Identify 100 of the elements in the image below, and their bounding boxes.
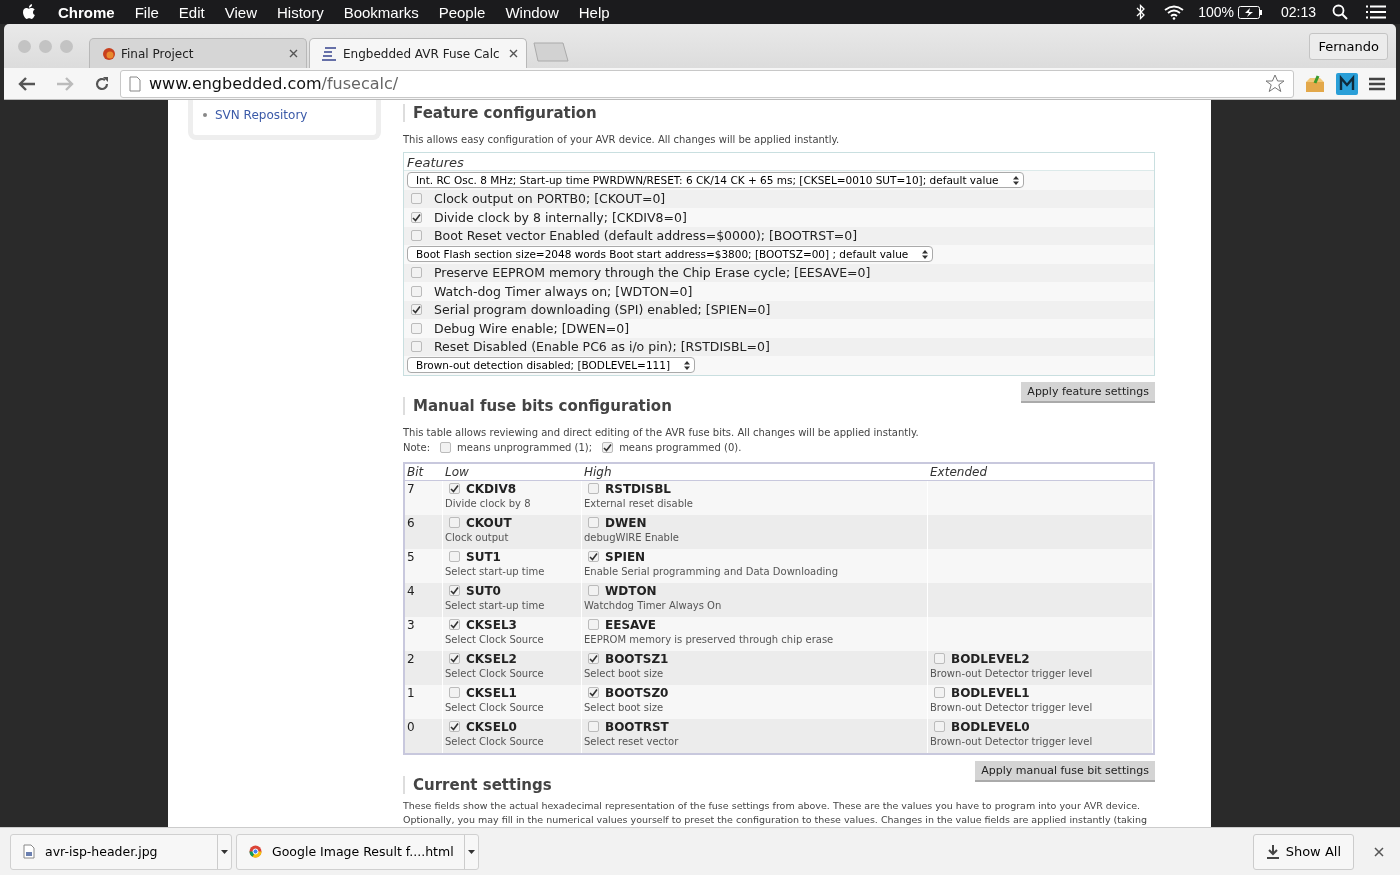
address-bar[interactable]: www.engbedded.com/fusecalc/ <box>120 69 1294 98</box>
checkbox[interactable] <box>588 721 599 732</box>
fuse-name: RSTDISBL <box>605 481 671 496</box>
checkbox[interactable] <box>934 721 945 732</box>
fuse-name: BODLEVEL1 <box>951 685 1030 700</box>
dropdown[interactable]: Brown-out detection disabled; [BODLEVEL=111] <box>407 357 696 374</box>
checkbox[interactable] <box>449 551 460 562</box>
close-icon[interactable] <box>289 49 298 58</box>
fuse-description: Clock output <box>445 531 510 543</box>
option-label: Boot Reset vector Enabled (default address=$0000); [BOOTRST=0] <box>434 228 858 244</box>
checkbox[interactable] <box>411 193 422 205</box>
fuse-name: EESAVE <box>605 617 656 632</box>
fuse-description: Select Clock Source <box>445 633 545 645</box>
menu-item[interactable]: People <box>438 3 486 21</box>
checkbox[interactable] <box>411 230 422 242</box>
option-label: Watch-dog Timer always on; [WDTON=0] <box>434 283 693 299</box>
fuse-name: SUT1 <box>466 549 501 564</box>
checkbox[interactable] <box>449 517 460 528</box>
checkbox[interactable] <box>588 653 599 664</box>
browser-tab[interactable]: Engbedded AVR Fuse Calc <box>309 38 527 68</box>
checkbox[interactable] <box>588 619 599 630</box>
checkbox[interactable] <box>449 653 460 664</box>
table-cell: 3 <box>405 616 443 651</box>
close-icon[interactable] <box>1374 846 1384 857</box>
back-icon[interactable] <box>18 76 36 91</box>
fuse-description: Select Clock Source <box>445 735 545 747</box>
menu-icon[interactable] <box>1368 76 1386 91</box>
menu-item[interactable]: Help <box>578 3 610 21</box>
fuse-description: Brown-out Detector trigger level <box>930 701 1094 713</box>
box-extension-icon[interactable] <box>1304 73 1326 94</box>
fuse-description: debugWIRE Enable <box>584 531 680 543</box>
column-header: Low <box>443 463 582 481</box>
table-cell: 0 <box>405 718 443 753</box>
paragraph-line: Optionally, you may fill in the numerical values yourself to preset the configuration to these values. Changes in the value fields are applied instantly (taking <box>403 812 1149 827</box>
checkbox[interactable] <box>588 551 599 562</box>
caret-icon[interactable] <box>221 849 228 854</box>
close-icon[interactable] <box>509 49 518 58</box>
fuse-name: WDTON <box>605 583 657 598</box>
fuse-name: CKSEL2 <box>466 651 517 666</box>
menu-item[interactable]: Window <box>505 3 559 21</box>
checkbox[interactable] <box>411 322 422 334</box>
apple-icon <box>22 4 36 20</box>
chrome-icon <box>249 845 262 858</box>
clock-time: 02:13 <box>1280 4 1316 20</box>
updown-icon <box>684 360 691 370</box>
checkbox[interactable] <box>411 211 422 223</box>
checkbox[interactable] <box>449 585 460 596</box>
table-cell: 4 <box>405 582 443 617</box>
checkbox[interactable] <box>411 341 422 353</box>
section-title: Current settings <box>403 775 1155 794</box>
browser-tab[interactable]: Final Project <box>89 38 307 68</box>
wifi-icon <box>1164 4 1185 20</box>
m-extension-icon[interactable] <box>1336 72 1358 95</box>
apply-button[interactable]: Apply manual fuse bit settings <box>975 760 1155 782</box>
menu-item[interactable]: View <box>224 3 257 21</box>
checkbox[interactable] <box>588 517 599 528</box>
menu-item[interactable]: History <box>276 3 324 21</box>
checkbox[interactable] <box>602 441 614 453</box>
dropdown[interactable]: Int. RC Osc. 8 MHz; Start-up time PWRDWN/RESET: 6 CK/14 CK + 65 ms; [CKSEL=0010 SUT=10]; default value <box>407 172 1024 189</box>
checkbox[interactable] <box>934 687 945 698</box>
checkbox[interactable] <box>440 441 452 453</box>
fuse-name: BODLEVEL2 <box>951 651 1030 666</box>
bullet-icon <box>203 112 207 117</box>
caret-icon[interactable] <box>467 849 475 854</box>
option-label: Clock output on PORTB0; [CKOUT=0] <box>434 191 666 207</box>
section-description: This table allows reviewing and direct editing of the AVR fuse bits. All changes will be applied instantly. <box>403 426 920 438</box>
sidebar-link[interactable]: SVN Repository <box>215 108 308 122</box>
column-header: High <box>582 463 928 481</box>
checkbox[interactable] <box>411 285 422 297</box>
profile-button[interactable]: Fernando <box>1309 32 1388 60</box>
checkbox[interactable] <box>934 653 945 664</box>
menu-item[interactable]: Edit <box>178 3 205 21</box>
checkbox[interactable] <box>449 619 460 630</box>
apply-button[interactable]: Apply feature settings <box>1021 381 1155 403</box>
checkbox[interactable] <box>449 483 460 494</box>
fuse-name: CKDIV8 <box>466 481 517 496</box>
show-all-button[interactable]: Show All <box>1252 833 1354 870</box>
star-icon[interactable] <box>1265 74 1285 93</box>
checkbox[interactable] <box>588 483 599 494</box>
checkbox[interactable] <box>588 585 599 596</box>
menu-item[interactable]: File <box>134 3 159 21</box>
menu-item[interactable]: Bookmarks <box>343 3 419 21</box>
checkbox[interactable] <box>588 687 599 698</box>
checkbox[interactable] <box>449 721 460 732</box>
option-label: Divide clock by 8 internally; [CKDIV8=0] <box>434 209 687 225</box>
search-icon[interactable] <box>1332 4 1348 20</box>
reload-icon[interactable] <box>94 75 110 92</box>
fuse-description: External reset disable <box>584 497 694 509</box>
fuse-description: Select Clock Source <box>445 667 545 679</box>
checkbox[interactable] <box>411 304 422 316</box>
fuse-name: BOOTRST <box>605 719 669 734</box>
fuse-description: Brown-out Detector trigger level <box>930 667 1094 679</box>
list-icon[interactable] <box>1366 5 1386 19</box>
dropdown[interactable]: Boot Flash section size=2048 words Boot start address=$3800; [BOOTSZ=00] ; default value <box>407 246 934 263</box>
download-item[interactable]: avr-isp-header.jpg <box>10 833 232 870</box>
fuse-description: Select reset vector <box>584 735 680 747</box>
checkbox[interactable] <box>449 687 460 698</box>
download-item[interactable]: Google Image Result f....html <box>236 833 479 870</box>
paragraph-line: These fields show the actual hexadecimal representation of the fuse settings from above. These are the values you have to program into your AVR device. <box>403 798 1142 813</box>
checkbox[interactable] <box>411 267 422 279</box>
